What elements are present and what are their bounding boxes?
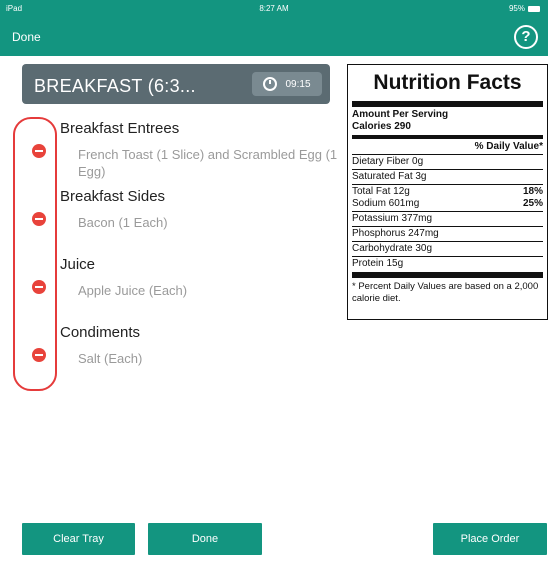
category-breakfast-entrees: Breakfast Entrees French Toast (1 Slice)… <box>10 116 340 184</box>
nutrient-row: Sodium 601mg 25% <box>352 198 543 210</box>
nutrient-row: Protein 15g <box>352 258 543 270</box>
divider <box>352 169 543 170</box>
category-item[interactable]: French Toast (1 Slice) and Scrambled Egg… <box>78 146 338 180</box>
category-condiments: Condiments Salt (Each) <box>10 320 340 388</box>
remove-icon[interactable] <box>32 144 46 158</box>
category-item[interactable]: Bacon (1 Each) <box>78 214 338 231</box>
divider <box>352 135 543 139</box>
divider <box>352 211 543 212</box>
nutrient-row: Potassium 377mg <box>352 213 543 225</box>
battery-indicator: 95% <box>509 4 540 13</box>
nutrient-label: Potassium 377mg <box>352 213 433 224</box>
divider <box>352 226 543 227</box>
category-item[interactable]: Salt (Each) <box>78 350 338 367</box>
meal-header[interactable]: BREAKFAST (6:3... 09:15 <box>22 64 330 104</box>
nutrient-label: Total Fat 12g <box>352 186 410 197</box>
category-name: Juice <box>60 256 96 273</box>
divider <box>352 101 543 107</box>
nutrition-facts-panel: Nutrition Facts Amount Per Serving Calor… <box>347 64 548 320</box>
nutrient-label: Dietary Fiber 0g <box>352 156 424 167</box>
place-order-button[interactable]: Place Order <box>433 523 547 555</box>
meal-title: BREAKFAST (6:3... <box>34 76 196 96</box>
category-breakfast-sides: Breakfast Sides Bacon (1 Each) <box>10 184 340 252</box>
divider <box>352 184 543 185</box>
nutrient-row: Phosphorus 247mg <box>352 228 543 240</box>
divider <box>352 256 543 257</box>
calories-row: Calories 290 <box>352 121 543 133</box>
nutrient-row: Carbohydrate 30g <box>352 243 543 255</box>
nutrient-label: Sodium 601mg <box>352 198 420 209</box>
nutrient-pct: 25% <box>522 198 543 209</box>
daily-value-header: % Daily Value* <box>352 141 543 153</box>
status-bar: iPad 8:27 AM 95% <box>0 0 548 20</box>
divider <box>352 241 543 242</box>
category-name: Breakfast Sides <box>60 188 166 205</box>
nutrient-row: Dietary Fiber 0g <box>352 156 543 168</box>
nutrient-row: Saturated Fat 3g <box>352 171 543 183</box>
remove-icon[interactable] <box>32 348 46 362</box>
help-icon[interactable]: ? <box>514 25 538 49</box>
remove-icon[interactable] <box>32 212 46 226</box>
remove-icon[interactable] <box>32 280 46 294</box>
category-juice: Juice Apple Juice (Each) <box>10 252 340 320</box>
battery-icon <box>528 5 540 12</box>
nutrient-label: Phosphorus 247mg <box>352 228 439 239</box>
status-time: 8:27 AM <box>259 4 289 13</box>
nutrient-row: Total Fat 12g 18% <box>352 186 543 198</box>
nav-done-button[interactable]: Done <box>12 30 41 44</box>
category-item[interactable]: Apple Juice (Each) <box>78 282 338 299</box>
nutrient-label: Saturated Fat 3g <box>352 171 427 182</box>
nutrition-title: Nutrition Facts <box>373 71 522 94</box>
divider <box>352 154 543 155</box>
category-name: Condiments <box>60 324 141 341</box>
category-name: Breakfast Entrees <box>60 120 180 137</box>
divider <box>352 272 543 278</box>
category-list: Breakfast Entrees French Toast (1 Slice)… <box>10 116 340 388</box>
meal-time: 09:15 <box>285 78 311 90</box>
clock-icon <box>263 77 278 91</box>
amount-label: Amount Per Serving <box>352 109 449 120</box>
battery-percent: 95% <box>508 4 525 13</box>
meal-time-button[interactable]: 09:15 <box>252 72 322 96</box>
nutrient-label: Protein 15g <box>352 258 404 269</box>
done-button[interactable]: Done <box>148 523 262 555</box>
amount-per-serving: Amount Per Serving <box>352 109 543 121</box>
nutrition-footnote: * Percent Daily Values are based on a 2,… <box>352 281 539 304</box>
nav-bar: Done ? <box>0 20 548 56</box>
calories-label: Calories 290 <box>352 121 411 132</box>
daily-value-label: % Daily Value* <box>474 141 543 152</box>
clear-tray-button[interactable]: Clear Tray <box>22 523 135 555</box>
nutrient-pct: 18% <box>522 186 543 197</box>
nutrient-label: Carbohydrate 30g <box>352 243 433 254</box>
